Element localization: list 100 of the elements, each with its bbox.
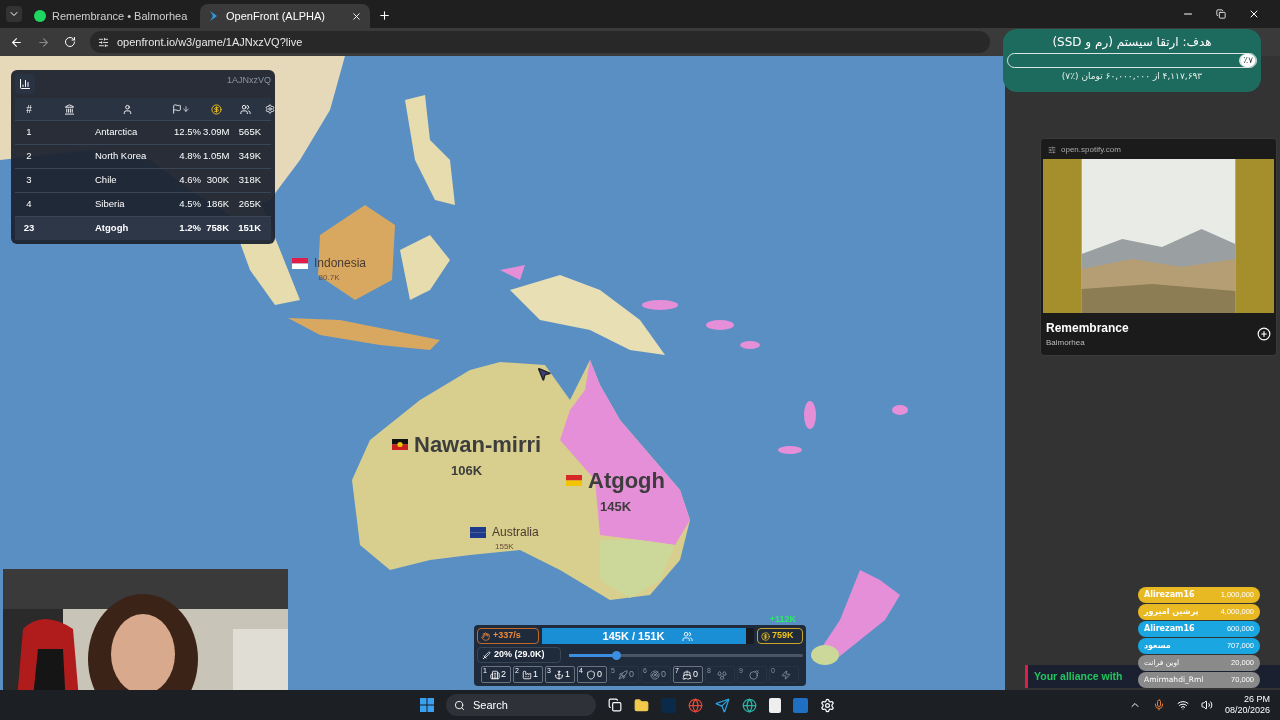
coins-cell: 1.05M [203,149,229,164]
restore-icon[interactable] [1216,9,1226,19]
coins-cell: 3.09M [203,125,229,140]
rank-header: # [25,102,33,117]
leaderboard-row[interactable]: 23 Atgogh 1.2% 758K 151K [15,216,271,240]
leaderboard-row[interactable]: 1 Antarctica 12.5% 3.09M 565K [15,120,271,144]
island [778,446,802,454]
tab-title: OpenFront (ALPHA) [226,8,327,24]
flag-icon [392,439,408,450]
territory-cell-text: 1.2% [178,221,202,236]
coins-cell-text: 300K [205,173,229,188]
tab-list-button[interactable] [6,6,22,22]
count-label: 0 [693,667,698,681]
address-bar[interactable]: openfront.io/w3/game/1AJNxzVQ?live [90,31,990,53]
start-icon[interactable] [420,698,434,712]
coin-icon [761,631,770,641]
hand-icon [481,631,490,641]
island [804,401,816,429]
troops-cell-text: 565K [237,125,261,140]
territory-cell-text: 12.5% [173,125,202,140]
browser-icon[interactable] [688,697,703,713]
tab-title: Remembrance • Balmorhea [52,8,188,24]
donor-name: پرشین امیرور [1144,606,1199,618]
name-cell-text: Antarctica [95,125,139,140]
back-icon[interactable] [10,35,23,49]
close-icon[interactable] [351,10,362,22]
count-label: 0 [661,667,666,681]
messenger-icon[interactable] [715,697,730,713]
donor-name: مسعود [1144,640,1171,652]
browser-tab[interactable]: OpenFront (ALPHA) [200,4,370,28]
app-icon[interactable] [769,697,781,713]
bar-chart-icon [19,78,31,90]
leaderboard-row[interactable]: 3 Chile 4.6% 300K 318K [15,168,271,192]
count-label: 2 [501,667,506,681]
volume-icon[interactable] [1200,699,1213,711]
slider-thumb[interactable] [611,650,621,660]
search-field[interactable]: Search [446,694,596,716]
sword-icon [482,650,491,660]
site-info-icon[interactable] [98,36,109,48]
leaderboard-row[interactable]: 2 North Korea 4.8% 1.05M 349K [15,144,271,168]
attack-slider[interactable] [569,653,803,657]
island [892,405,908,415]
island [642,300,678,310]
site-info-icon[interactable] [1048,146,1056,154]
rank-cell-text: 2 [25,149,33,164]
count-label: 0 [597,667,602,681]
goal-percent: ٪۷ [1241,54,1255,67]
count-label: 1 [565,667,570,681]
rank-cell-text: 3 [25,173,33,188]
clock-time: 26 PM [1244,694,1270,705]
rank-cell-text: 1 [25,125,33,140]
city-icon [490,669,500,680]
factory-icon [522,669,532,680]
add-icon[interactable] [1257,327,1271,341]
player-icon[interactable] [121,103,133,115]
troop-count: 106K [451,462,483,480]
browser-icon[interactable] [742,697,757,713]
troop-count: 155K [495,541,514,553]
income-text: +337/s [493,629,521,643]
new-tab-icon[interactable] [378,9,391,22]
app-icon[interactable] [820,697,835,713]
reload-icon[interactable] [64,36,76,48]
track-title: Remembrance [1046,320,1129,337]
warship-icon [682,669,692,680]
rank-cell-text: 4 [25,197,33,212]
troop-count: 80.7K [318,272,340,284]
territory-sort-icon[interactable] [172,104,190,114]
settings-icon[interactable] [265,104,275,114]
forward-icon[interactable] [37,35,50,49]
country-label: Atgogh [588,467,665,495]
folder-icon[interactable] [634,697,649,713]
troops-cell-text: 318K [237,173,261,188]
troops-cell-text: 151K [237,221,261,236]
clock-date: 08/20/2026 [1224,705,1270,716]
goal-amount: ۴,۱۱۷,۶۹۳ از ۶۰,۰۰۰,۰۰۰ تومان (٪۷) [1060,70,1204,83]
building-icon[interactable] [63,103,75,115]
stats-button[interactable] [15,74,35,94]
troops-icon[interactable] [239,103,251,115]
defense-icon [586,669,596,680]
name-cell-text: North Korea [95,149,148,164]
donor-name: Alirezam16 [1144,623,1195,635]
microphone-icon[interactable] [1152,699,1165,711]
search-icon [454,699,465,711]
rank-cell-text: 23 [22,221,36,236]
flag-icon [292,257,308,269]
island [400,235,450,300]
missile-icon [618,669,628,680]
coin-icon[interactable] [210,103,222,115]
close-icon[interactable] [1248,8,1260,20]
flag-icon [566,475,582,486]
name-cell-text: Siberia [95,197,126,212]
name-cell-text: Chile [95,173,118,188]
task-view-icon[interactable] [608,698,622,712]
troop-text: 145K / 151K [602,628,665,644]
artist-name: Balmorhea [1046,337,1086,349]
network-icon[interactable] [1176,699,1189,711]
count-label: 0 [629,667,634,681]
attack-ratio-text: 20% (29.0K) [494,648,545,662]
cursor-icon [536,366,552,382]
url-text: openfront.io/w3/game/1AJNxzVQ?live [117,34,303,50]
